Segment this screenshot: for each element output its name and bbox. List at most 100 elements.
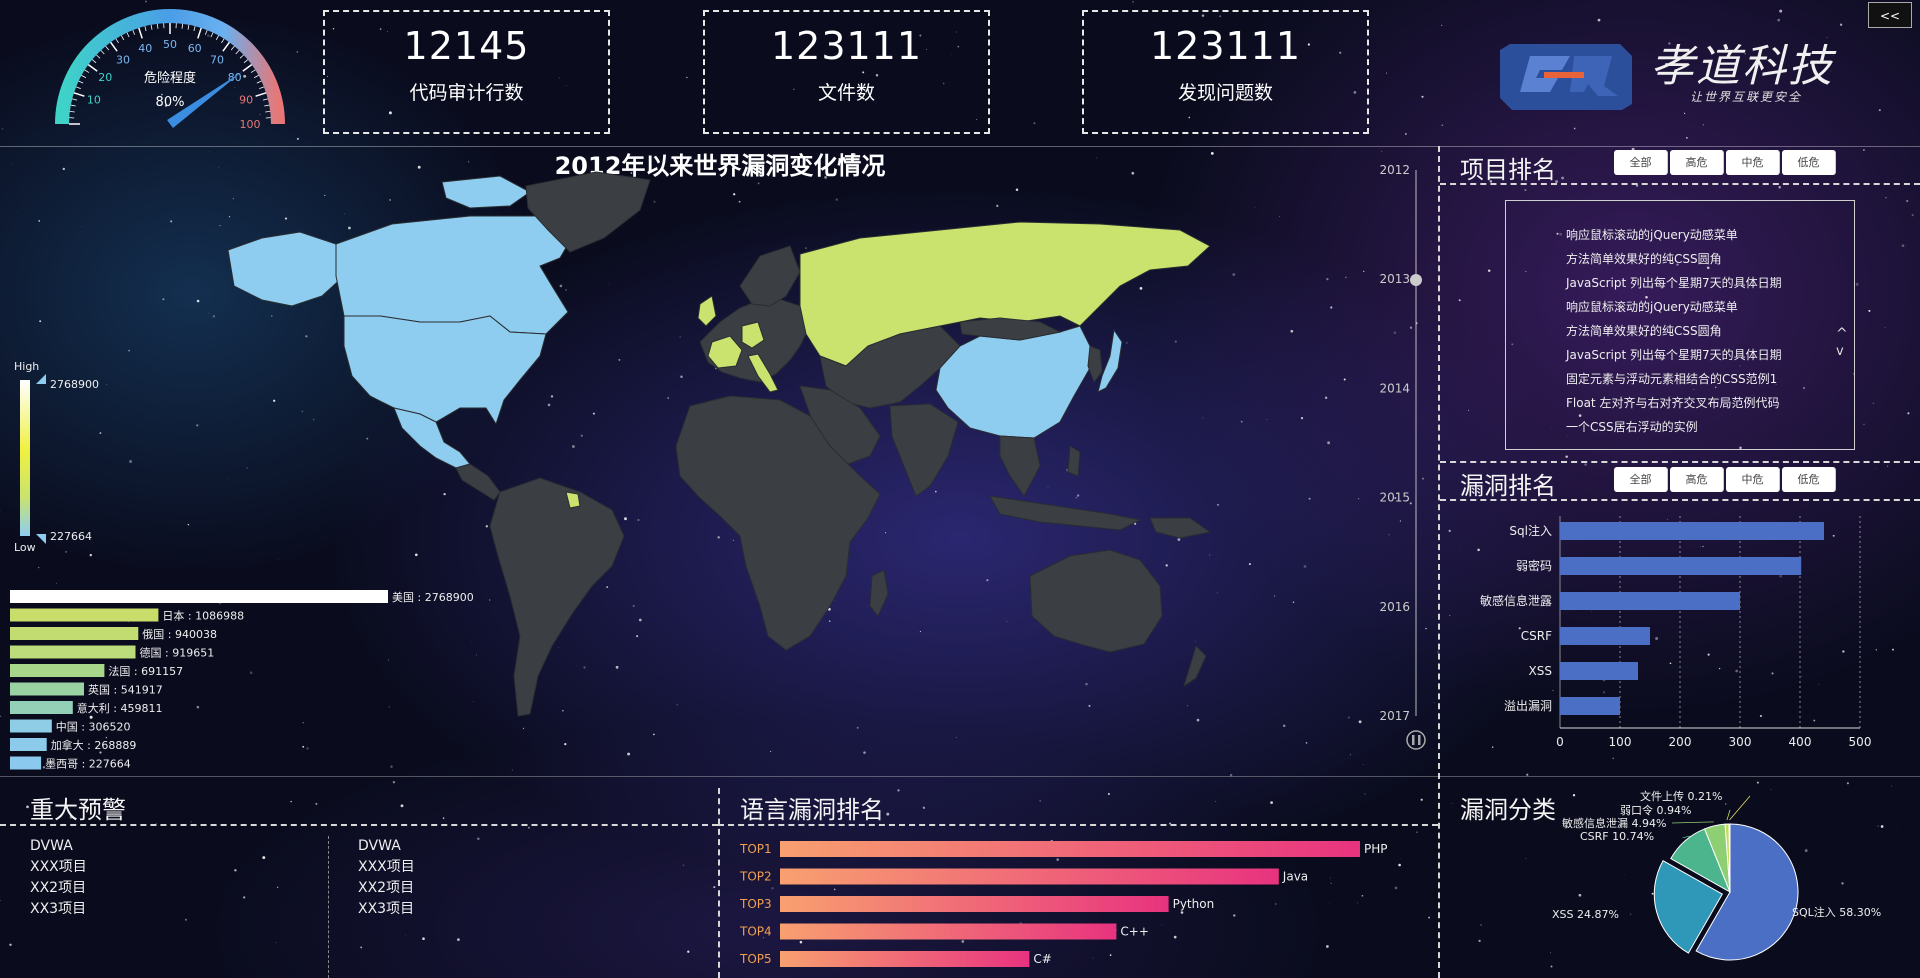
visualmap-low-handle-icon[interactable] bbox=[36, 534, 46, 544]
timeline-year-label[interactable]: 2012 bbox=[1379, 163, 1410, 177]
list-item[interactable]: 一个CSS居右浮动的实例 bbox=[1506, 415, 1854, 439]
country-bar[interactable] bbox=[10, 682, 84, 696]
gauge-tick-label: 90 bbox=[239, 93, 253, 106]
list-item[interactable]: JavaScript 列出每个星期7天的具体日期 bbox=[1506, 271, 1854, 295]
star bbox=[1863, 149, 1865, 151]
visualmap-max: 2768900 bbox=[50, 378, 99, 391]
alert-item[interactable]: XX2项目 bbox=[358, 878, 415, 899]
gauge-tick-label: 10 bbox=[87, 93, 101, 106]
star bbox=[1885, 197, 1887, 199]
list-item[interactable]: 固定元素与浮动元素相结合的CSS范例1 bbox=[1506, 367, 1854, 391]
gauge-tick bbox=[72, 98, 78, 101]
alert-item[interactable]: DVWA bbox=[358, 836, 415, 857]
timeline-year-label[interactable]: 2013 bbox=[1379, 272, 1410, 286]
timeline-year-label[interactable]: 2016 bbox=[1379, 600, 1410, 614]
filter-medium-button[interactable]: 中危 bbox=[1726, 150, 1780, 175]
visualmap-high-handle-icon[interactable] bbox=[36, 374, 46, 384]
star bbox=[1901, 244, 1905, 248]
expand-toggle-button[interactable]: << bbox=[1868, 2, 1912, 28]
vuln-bar[interactable] bbox=[1560, 592, 1740, 610]
lang-rank-title: 语言漏洞排名 bbox=[740, 796, 884, 824]
pie-label-line bbox=[1671, 821, 1714, 824]
alert-item[interactable]: XX3项目 bbox=[358, 899, 415, 920]
lang-rank-divider bbox=[718, 824, 1438, 826]
vuln-bar[interactable] bbox=[1560, 697, 1620, 715]
filter-high-button[interactable]: 高危 bbox=[1670, 467, 1724, 492]
timeline-play-pause-button[interactable] bbox=[1406, 730, 1426, 750]
gauge-label: 危险程度 bbox=[144, 70, 196, 86]
country-ranking-chart: 美国 : 2768900 日本 : 1086988 俄国 : 940038 德国 : … bbox=[10, 590, 474, 771]
vuln-bar[interactable] bbox=[1560, 662, 1638, 680]
list-item[interactable]: 方法简单效果好的纯CSS圆角 bbox=[1506, 319, 1854, 343]
country-bar-label: 加拿大 : 268889 bbox=[51, 738, 137, 752]
country-bar[interactable] bbox=[10, 719, 52, 733]
star bbox=[442, 817, 445, 819]
star bbox=[686, 76, 688, 79]
gauge-tick bbox=[230, 45, 235, 51]
filter-all-button[interactable]: 全部 bbox=[1614, 467, 1668, 492]
lang-bar[interactable] bbox=[780, 951, 1030, 967]
star bbox=[886, 812, 890, 816]
map-country-japan[interactable] bbox=[1097, 328, 1123, 393]
filter-medium-button[interactable]: 中危 bbox=[1726, 467, 1780, 492]
kpi-card-files: 123111 文件数 bbox=[703, 10, 990, 134]
star bbox=[315, 802, 318, 805]
country-bar[interactable] bbox=[10, 738, 47, 751]
timeline-year-label[interactable]: 2017 bbox=[1379, 709, 1410, 723]
lang-bar[interactable] bbox=[780, 841, 1360, 857]
vuln-bar[interactable] bbox=[1560, 627, 1650, 645]
filter-low-button[interactable]: 低危 bbox=[1782, 150, 1836, 175]
country-bar[interactable] bbox=[10, 627, 139, 640]
alert-item[interactable]: XX3项目 bbox=[30, 899, 87, 920]
list-item[interactable]: Float 左对齐与右对齐交叉布局范例代码 bbox=[1506, 391, 1854, 415]
alert-item[interactable]: XXX项目 bbox=[30, 857, 87, 878]
visualmap-bar[interactable] bbox=[20, 380, 30, 536]
map-country-alaska[interactable] bbox=[227, 231, 345, 307]
star bbox=[1686, 137, 1688, 139]
star bbox=[276, 886, 279, 889]
lang-bar[interactable] bbox=[780, 896, 1169, 912]
star bbox=[184, 918, 187, 921]
list-item[interactable]: 方法简单效果好的纯CSS圆角 bbox=[1506, 247, 1854, 271]
country-bar[interactable] bbox=[10, 645, 136, 659]
star bbox=[1385, 72, 1387, 74]
project-rank-list[interactable]: 响应鼠标滚动的jQuery动感菜单 方法简单效果好的纯CSS圆角 JavaScr… bbox=[1505, 200, 1855, 450]
pie-slice-label: XSS 24.87% bbox=[1552, 908, 1619, 921]
map-country-uk[interactable] bbox=[697, 295, 717, 327]
list-item[interactable]: 响应鼠标滚动的jQuery动感菜单 bbox=[1506, 223, 1854, 247]
vuln-bar[interactable] bbox=[1560, 522, 1824, 540]
map-country-usa[interactable] bbox=[343, 315, 547, 426]
list-item[interactable]: 响应鼠标滚动的jQuery动感菜单 bbox=[1506, 295, 1854, 319]
vuln-category-label: 溢出漏洞 bbox=[1504, 699, 1552, 713]
gauge-tick bbox=[78, 80, 84, 84]
alert-item[interactable]: XXX项目 bbox=[358, 857, 415, 878]
gauge-tick bbox=[197, 27, 202, 39]
alert-item[interactable]: XX2项目 bbox=[30, 878, 87, 899]
star bbox=[1487, 269, 1491, 272]
filter-low-button[interactable]: 低危 bbox=[1782, 467, 1836, 492]
star bbox=[392, 781, 396, 784]
gauge-tick bbox=[81, 74, 87, 79]
lang-bar[interactable] bbox=[780, 868, 1279, 885]
list-item[interactable]: JavaScript 列出每个星期7天的具体日期 bbox=[1506, 343, 1854, 367]
timeline-year-label[interactable]: 2014 bbox=[1379, 381, 1410, 395]
map-country-china[interactable] bbox=[935, 325, 1091, 439]
alert-item[interactable]: DVWA bbox=[30, 836, 87, 857]
country-bar[interactable] bbox=[10, 664, 105, 677]
kpi-value: 123111 bbox=[1149, 24, 1302, 68]
timeline-year-label[interactable]: 2015 bbox=[1379, 491, 1410, 505]
scroll-down-icon[interactable]: v bbox=[1836, 344, 1844, 359]
lang-bar[interactable] bbox=[780, 923, 1117, 940]
filter-high-button[interactable]: 高危 bbox=[1670, 150, 1724, 175]
gauge-tick bbox=[115, 38, 119, 44]
filter-all-button[interactable]: 全部 bbox=[1614, 150, 1668, 175]
vuln-bar[interactable] bbox=[1560, 557, 1802, 575]
country-bar[interactable] bbox=[10, 756, 42, 770]
country-bar[interactable] bbox=[10, 608, 159, 622]
star bbox=[477, 837, 480, 840]
star bbox=[1420, 798, 1423, 801]
scroll-up-icon[interactable]: ^ bbox=[1836, 326, 1848, 342]
timeline-current-marker[interactable] bbox=[1410, 274, 1422, 286]
country-bar[interactable] bbox=[10, 701, 73, 714]
country-bar[interactable] bbox=[10, 590, 388, 603]
